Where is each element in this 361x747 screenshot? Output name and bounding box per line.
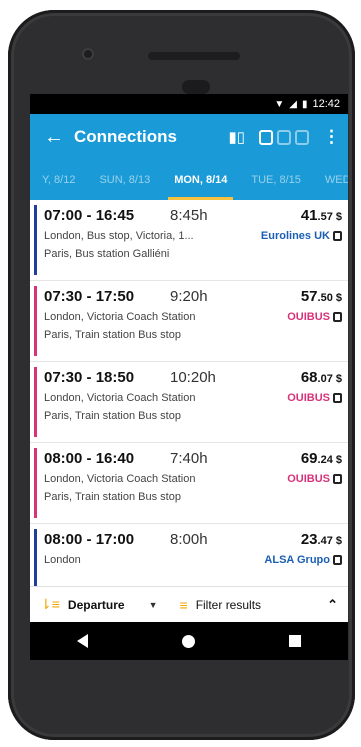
bus-icon <box>333 312 342 322</box>
price: 23.47 $ <box>300 531 342 548</box>
more-options-icon[interactable]: ⋮ <box>323 127 340 147</box>
operator-color-bar <box>34 286 37 356</box>
carrier-name: OUIBUS <box>287 311 342 323</box>
bus-icon <box>333 555 342 565</box>
map-icon[interactable]: ▮▯ <box>228 128 245 146</box>
carrier-name: OUIBUS <box>287 392 342 404</box>
front-camera <box>82 48 94 60</box>
departure-stop: London, Victoria Coach Station <box>44 392 196 404</box>
operator-color-bar <box>34 367 37 437</box>
sort-icon[interactable]: ⇂≡ <box>40 596 60 613</box>
signal-icon: ◢ <box>289 98 297 110</box>
duration: 8:45h <box>170 207 208 224</box>
connection-row[interactable]: 08:00 - 16:40 7:40h 69.24 $ London, Vict… <box>30 443 348 524</box>
departure-stop: London, Victoria Coach Station <box>44 311 196 323</box>
time-range: 07:00 - 16:45 <box>44 207 135 224</box>
time-range: 08:00 - 16:40 <box>44 450 135 467</box>
chevron-up-icon[interactable]: ⌃ <box>327 597 338 613</box>
sort-dropdown[interactable]: Departure <box>68 598 125 612</box>
battery-icon: ▮ <box>301 98 308 110</box>
price: 68.07 $ <box>300 369 342 386</box>
nav-home-icon[interactable] <box>182 634 195 648</box>
operator-color-bar <box>34 205 37 275</box>
arrival-stop: Paris, Train station Bus stop <box>44 329 181 341</box>
bus-icon <box>333 231 342 241</box>
bottom-toolbar: ⇂≡ Departure ▼ ≡ Filter results ⌃ <box>30 586 348 622</box>
tab-date[interactable]: TUE, 8/15 <box>239 174 313 186</box>
back-arrow-icon[interactable]: ← <box>44 126 74 149</box>
nav-back-icon[interactable] <box>77 634 88 648</box>
nav-recents-icon[interactable] <box>289 635 301 647</box>
price: 57.50 $ <box>300 288 342 305</box>
connection-row[interactable]: 08:00 - 17:00 8:00h 23.47 $ London ALSA … <box>30 524 348 586</box>
connection-row[interactable]: 07:00 - 16:45 8:45h 41.57 $ London, Bus … <box>30 200 348 281</box>
carrier-name: OUIBUS <box>287 473 342 485</box>
time-range: 07:30 - 17:50 <box>44 288 135 305</box>
tab-date[interactable]: Y, 8/12 <box>30 174 87 186</box>
arrival-stop: Paris, Bus station Galliéni <box>44 248 170 260</box>
time-range: 07:30 - 18:50 <box>44 369 135 386</box>
proximity-sensor <box>182 80 210 94</box>
carrier-name: ALSA Grupo <box>264 554 342 566</box>
status-bar: ▼ ◢ ▮ 12:42 <box>30 94 348 114</box>
bus-icon <box>333 393 342 403</box>
chevron-down-icon[interactable]: ▼ <box>149 600 158 610</box>
train-mode-icon[interactable] <box>277 129 291 145</box>
tab-date-active[interactable]: MON, 8/14 <box>162 174 239 200</box>
android-nav-bar <box>30 622 348 660</box>
date-tabs: Y, 8/12 SUN, 8/13 MON, 8/14 TUE, 8/15 WE… <box>30 160 348 200</box>
app-bar: ← Connections ▮▯ ⋮ <box>30 114 348 160</box>
departure-stop: London, Bus stop, Victoria, 1... <box>44 230 194 242</box>
tab-date[interactable]: WED <box>313 174 348 186</box>
wifi-icon: ▼ <box>274 98 285 110</box>
departure-stop: London, Victoria Coach Station <box>44 473 196 485</box>
status-time: 12:42 <box>312 98 340 110</box>
carrier-name: Eurolines UK <box>261 230 342 242</box>
earpiece-speaker <box>148 52 240 60</box>
arrival-stop: Paris, Train station Bus stop <box>44 491 181 503</box>
connection-row[interactable]: 07:30 - 17:50 9:20h 57.50 $ London, Vict… <box>30 281 348 362</box>
car-mode-icon[interactable] <box>295 129 309 145</box>
operator-color-bar <box>34 529 37 586</box>
duration: 7:40h <box>170 450 208 467</box>
duration: 10:20h <box>170 369 216 386</box>
duration: 8:00h <box>170 531 208 548</box>
price: 69.24 $ <box>300 450 342 467</box>
filter-icon[interactable]: ≡ <box>180 597 188 613</box>
departure-stop: London <box>44 554 81 566</box>
operator-color-bar <box>34 448 37 518</box>
bus-icon <box>333 474 342 484</box>
app-screen: ▼ ◢ ▮ 12:42 ← Connections ▮▯ ⋮ Y, 8/12 S… <box>30 94 348 660</box>
price: 41.57 $ <box>300 207 342 224</box>
arrival-stop: Paris, Train station Bus stop <box>44 410 181 422</box>
transport-mode-toggle <box>259 129 309 145</box>
page-title: Connections <box>74 127 177 146</box>
time-range: 08:00 - 17:00 <box>44 531 135 548</box>
tab-date[interactable]: SUN, 8/13 <box>87 174 162 186</box>
connection-row[interactable]: 07:30 - 18:50 10:20h 68.07 $ London, Vic… <box>30 362 348 443</box>
connection-list: 07:00 - 16:45 8:45h 41.57 $ London, Bus … <box>30 200 348 586</box>
filter-results-button[interactable]: Filter results <box>196 598 327 612</box>
duration: 9:20h <box>170 288 208 305</box>
bus-mode-icon[interactable] <box>259 129 273 145</box>
